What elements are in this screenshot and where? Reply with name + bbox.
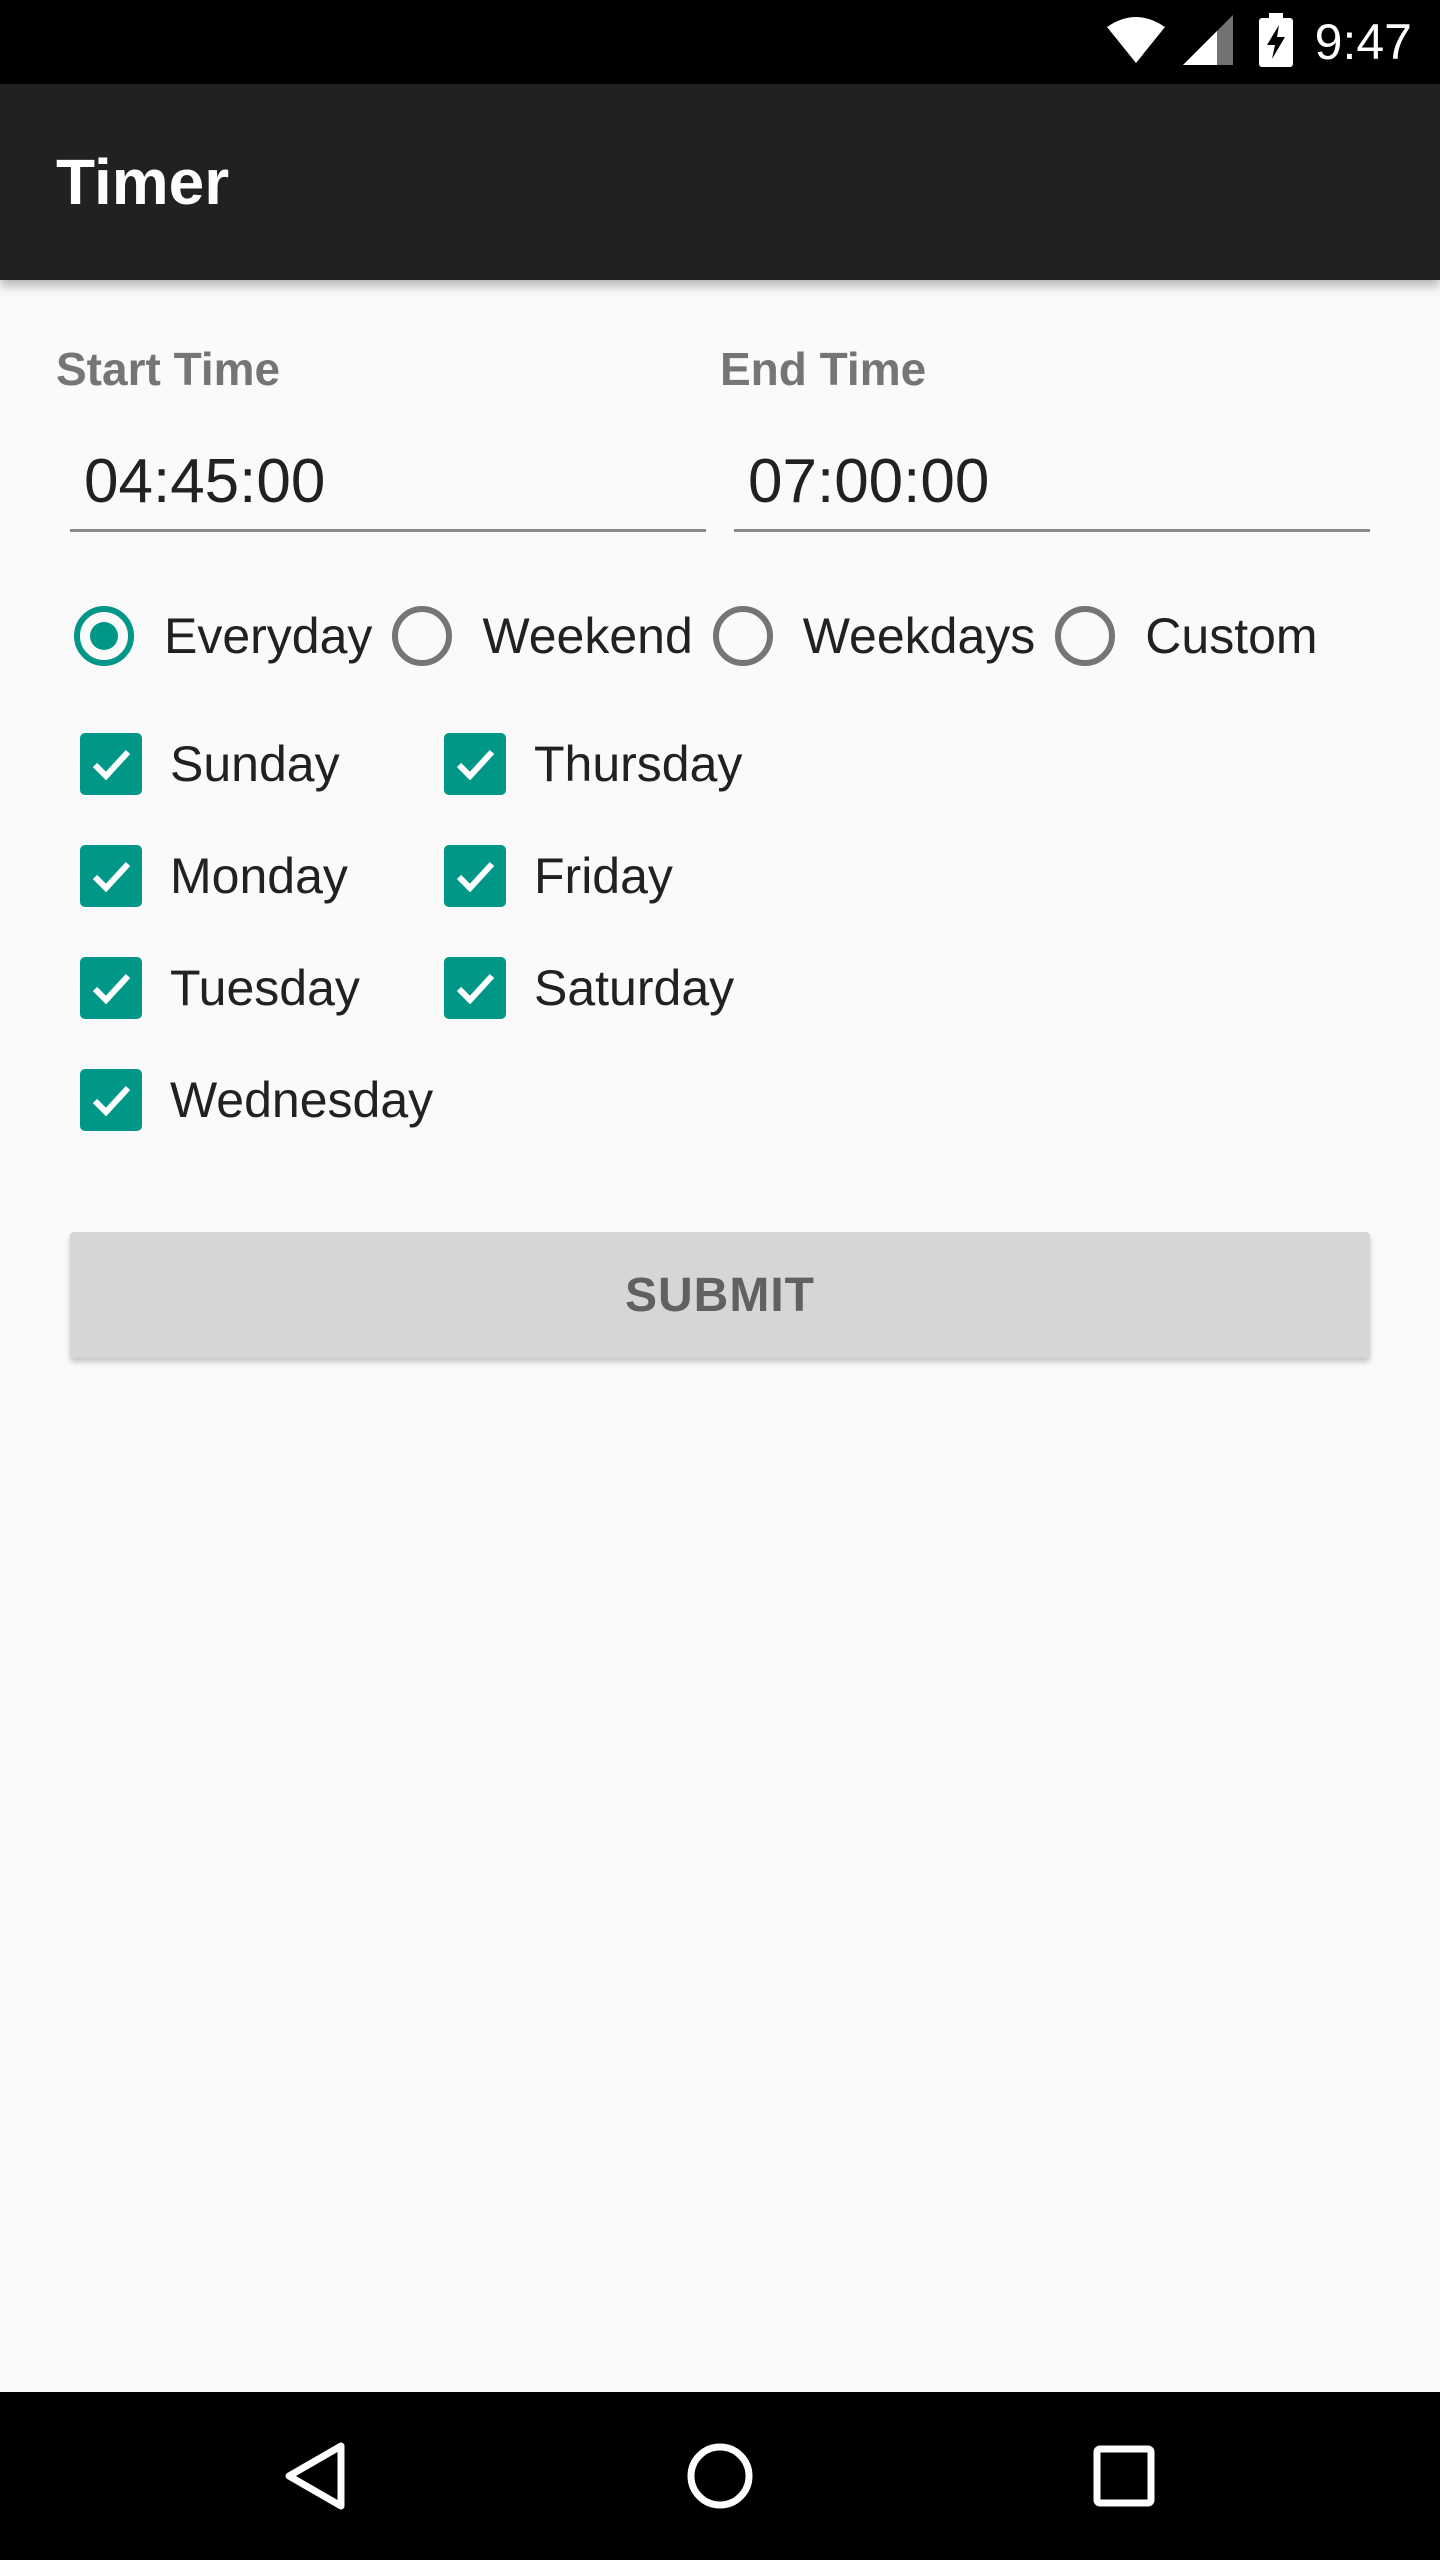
checkmark-icon bbox=[444, 957, 506, 1019]
radio-label: Everyday bbox=[164, 608, 373, 664]
radio-unselected-icon bbox=[392, 606, 453, 666]
checkbox-monday[interactable]: Monday bbox=[80, 836, 348, 916]
checkbox-label: Saturday bbox=[534, 960, 735, 1016]
radio-weekdays[interactable]: Weekdays bbox=[712, 606, 1036, 666]
navigation-bar bbox=[0, 2392, 1440, 2560]
submit-button[interactable]: SUBMIT bbox=[70, 1232, 1370, 1358]
radio-label: Weekend bbox=[482, 608, 693, 664]
checkbox-label: Tuesday bbox=[170, 960, 360, 1016]
checkbox-label: Friday bbox=[534, 848, 673, 904]
status-icons: 9:47 bbox=[1106, 0, 1412, 84]
radio-unselected-icon bbox=[1055, 606, 1116, 666]
battery-charging-icon bbox=[1258, 12, 1293, 72]
radio-weekend[interactable]: Weekend bbox=[392, 606, 693, 666]
radio-unselected-icon bbox=[712, 606, 773, 666]
wifi-icon bbox=[1106, 16, 1165, 68]
checkbox-tuesday[interactable]: Tuesday bbox=[80, 948, 360, 1028]
checkbox-thursday[interactable]: Thursday bbox=[444, 724, 742, 804]
checkmark-icon bbox=[80, 845, 142, 907]
checkmark-icon bbox=[80, 1069, 142, 1131]
recents-icon[interactable] bbox=[1054, 2392, 1194, 2560]
checkmark-icon bbox=[444, 733, 506, 795]
checkmark-icon bbox=[80, 733, 142, 795]
checkbox-wednesday[interactable]: Wednesday bbox=[80, 1060, 433, 1140]
status-bar: 9:47 bbox=[0, 0, 1440, 84]
end-time-label: End Time bbox=[720, 343, 927, 395]
checkbox-label: Wednesday bbox=[170, 1072, 434, 1128]
checkmark-icon bbox=[444, 845, 506, 907]
back-icon[interactable] bbox=[246, 2392, 386, 2560]
checkbox-label: Sunday bbox=[170, 736, 340, 792]
app-bar: Timer bbox=[0, 84, 1440, 280]
signal-icon bbox=[1182, 14, 1233, 70]
app-title: Timer bbox=[56, 146, 230, 218]
checkbox-sunday[interactable]: Sunday bbox=[80, 724, 340, 804]
checkbox-label: Thursday bbox=[534, 736, 743, 792]
checkbox-saturday[interactable]: Saturday bbox=[444, 948, 734, 1028]
end-time-field[interactable]: 07:00:00 bbox=[734, 432, 1370, 532]
radio-selected-icon bbox=[74, 606, 134, 666]
radio-label: Weekdays bbox=[802, 608, 1036, 664]
home-icon[interactable] bbox=[650, 2392, 790, 2560]
start-time-field[interactable]: 04:45:00 bbox=[70, 432, 706, 532]
checkbox-label: Monday bbox=[170, 848, 348, 904]
radio-label: Custom bbox=[1145, 608, 1318, 664]
status-time: 9:47 bbox=[1314, 14, 1412, 70]
radio-everyday[interactable]: Everyday bbox=[74, 606, 372, 666]
checkmark-icon bbox=[80, 957, 142, 1019]
checkbox-friday[interactable]: Friday bbox=[444, 836, 673, 916]
radio-custom[interactable]: Custom bbox=[1055, 606, 1318, 666]
repeat-radio-group: Everyday Weekend Weekdays Custom bbox=[74, 596, 1338, 676]
start-time-label: Start Time bbox=[56, 343, 281, 395]
